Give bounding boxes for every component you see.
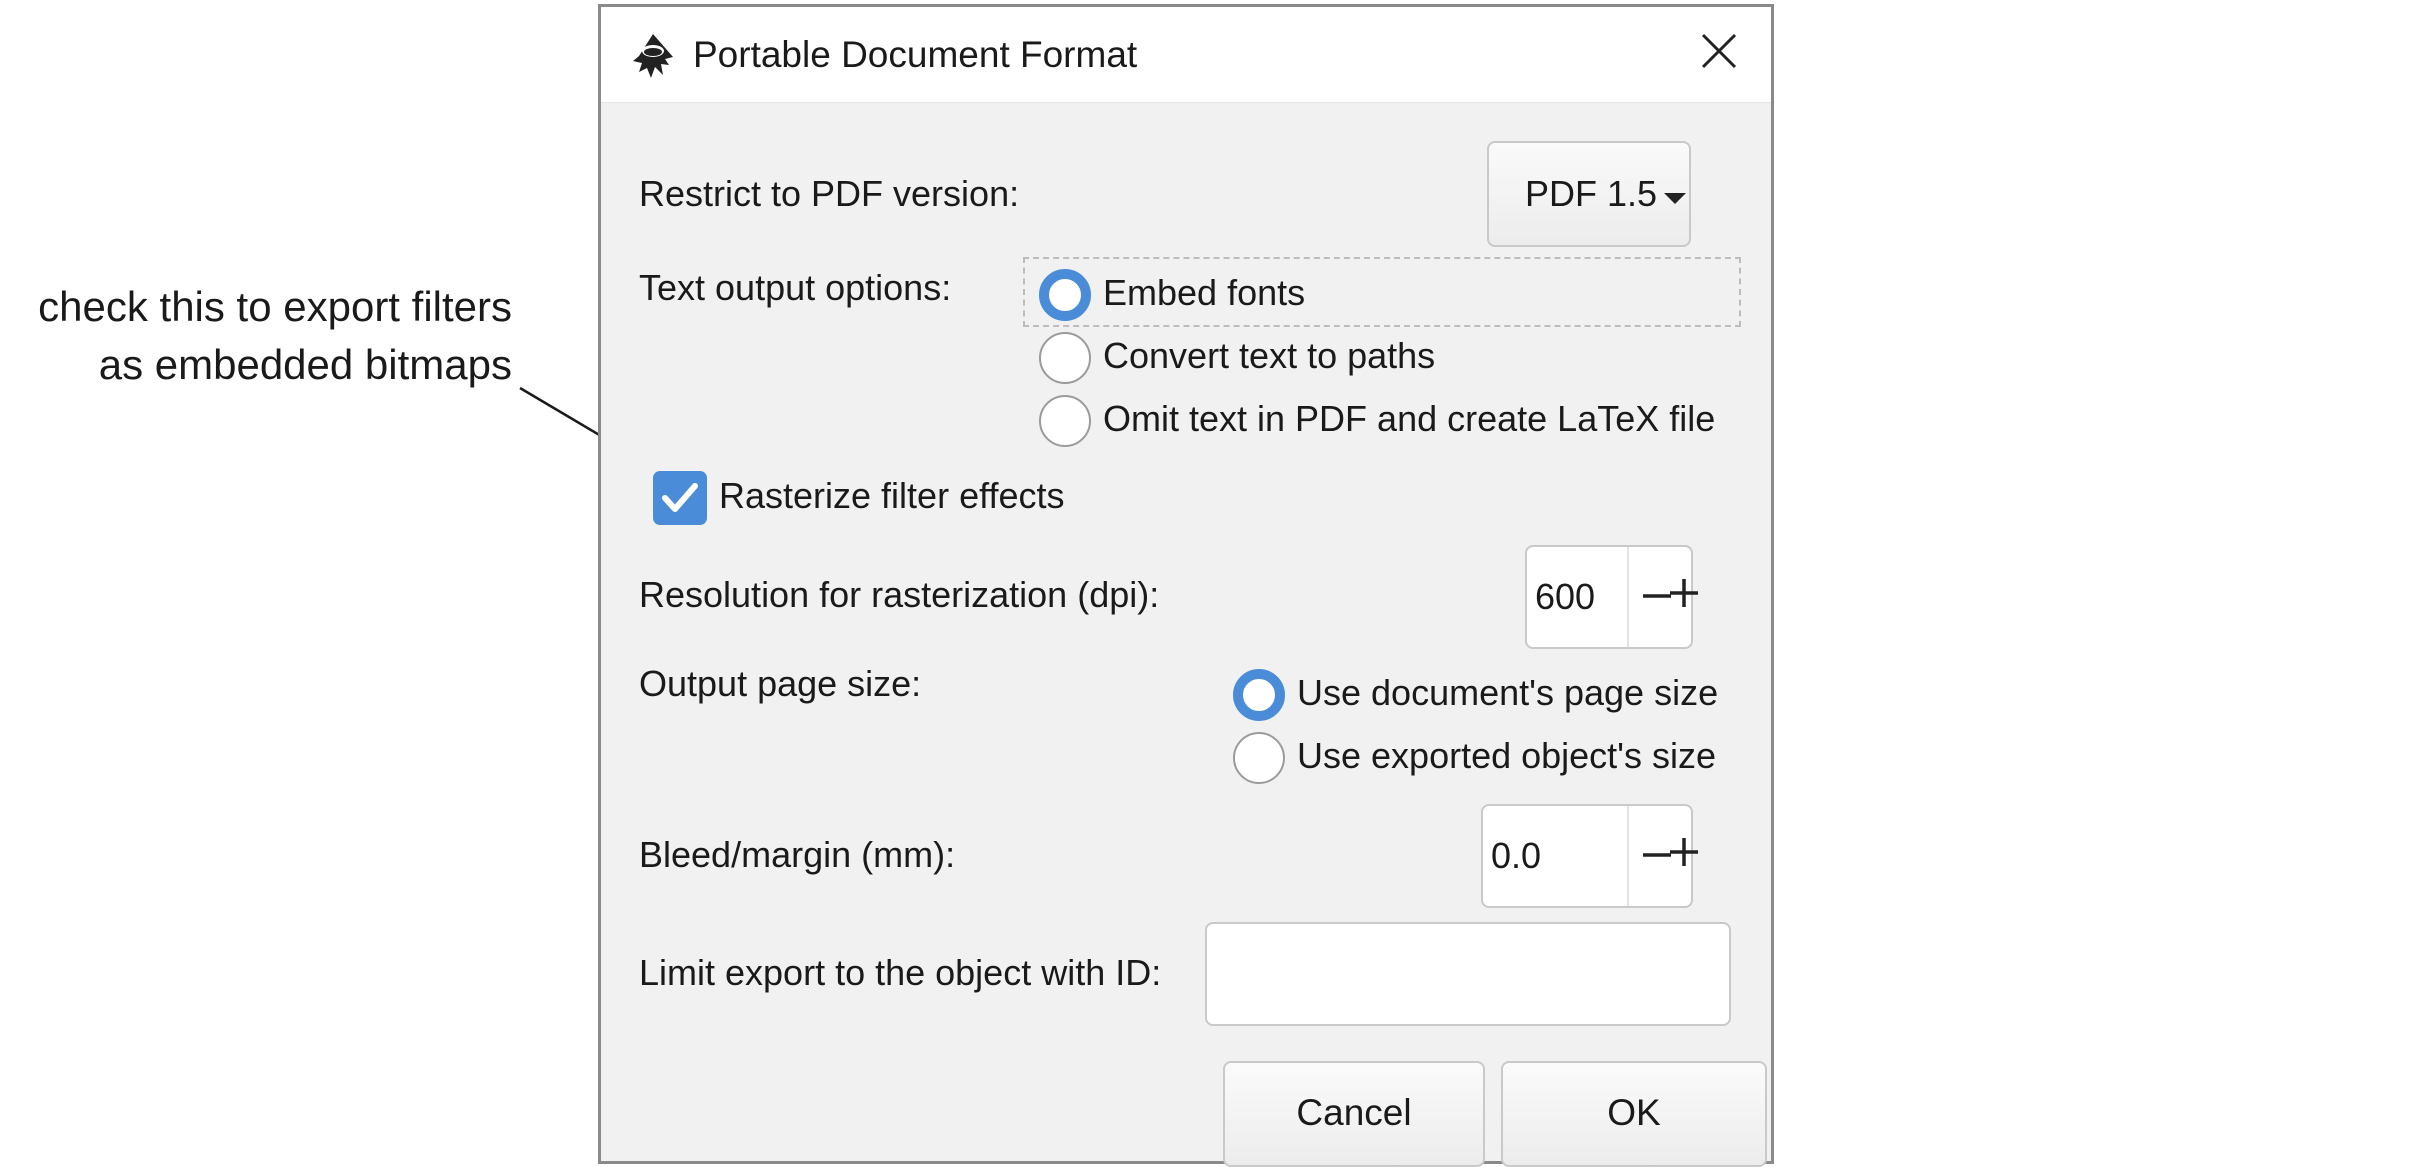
radio-selected-icon xyxy=(1039,269,1091,321)
pdf-version-value: PDF 1.5 xyxy=(1525,173,1658,214)
close-icon[interactable] xyxy=(1697,29,1741,73)
radio-selected-icon xyxy=(1233,669,1285,721)
text-output-label: Text output options: xyxy=(639,267,952,308)
resolution-increment-button[interactable] xyxy=(1660,544,1710,644)
radio-document-page-size-label: Use document's page size xyxy=(1297,672,1719,713)
resolution-input[interactable] xyxy=(1527,547,1625,647)
pdf-version-label: Restrict to PDF version: xyxy=(639,173,1020,214)
dialog-title: Portable Document Format xyxy=(693,34,1138,75)
bleed-label: Bleed/margin (mm): xyxy=(639,834,956,875)
radio-omit-text-label: Omit text in PDF and create LaTeX file xyxy=(1103,398,1716,439)
bleed-increment-button[interactable] xyxy=(1660,803,1710,903)
spin-divider xyxy=(1627,547,1629,647)
annotation-line-2: as embedded bitmaps xyxy=(98,341,512,388)
checkmark-icon xyxy=(662,483,698,512)
rasterize-filter-checkbox[interactable] xyxy=(653,471,707,525)
radio-unselected-icon xyxy=(1039,395,1091,447)
annotation-text: check this to export filters as embedded… xyxy=(0,278,512,394)
plus-icon xyxy=(1670,579,1698,607)
pdf-export-dialog: Portable Document Format Restrict to PDF… xyxy=(598,4,1774,1167)
annotation-line-1: check this to export filters xyxy=(38,283,512,330)
ok-button[interactable]: OK xyxy=(1501,1061,1767,1167)
radio-unselected-icon xyxy=(1039,332,1091,384)
inkscape-logo-icon xyxy=(633,34,673,78)
plus-icon xyxy=(1670,838,1698,866)
rasterize-filter-label[interactable]: Rasterize filter effects xyxy=(719,474,1064,518)
chevron-down-icon xyxy=(1664,193,1686,204)
spin-divider xyxy=(1627,806,1629,906)
object-id-input[interactable] xyxy=(1205,922,1731,1026)
radio-convert-text-label: Convert text to paths xyxy=(1103,335,1436,376)
cancel-button[interactable]: Cancel xyxy=(1223,1061,1485,1167)
radio-unselected-icon xyxy=(1233,732,1285,784)
page-size-label: Output page size: xyxy=(639,663,922,704)
resolution-label: Resolution for rasterization (dpi): xyxy=(639,574,1160,615)
limit-export-label: Limit export to the object with ID: xyxy=(639,952,1162,993)
pdf-version-dropdown[interactable]: PDF 1.5 xyxy=(1487,141,1691,247)
bleed-input[interactable] xyxy=(1483,806,1631,906)
radio-embed-fonts-label: Embed fonts xyxy=(1103,272,1306,313)
title-bar[interactable]: Portable Document Format xyxy=(601,7,1771,103)
radio-exported-object-size-label: Use exported object's size xyxy=(1297,735,1717,776)
